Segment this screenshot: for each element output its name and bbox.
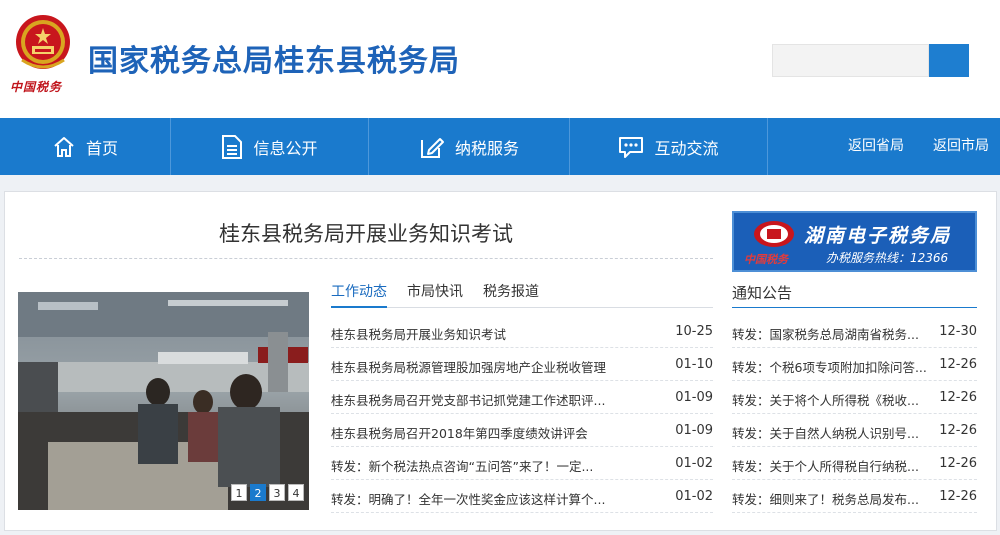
nav-label: 信息公开 <box>253 138 318 158</box>
notice-title[interactable]: 转发：细则来了！税务总局发布... <box>732 489 927 508</box>
list-item[interactable]: 转发：新个税法热点咨询“五问答”来了！一定... 01-02 <box>331 447 713 480</box>
list-item[interactable]: 转发：国家税务总局湖南省税务... 12-30 <box>732 315 977 348</box>
nav-label: 互动交流 <box>654 138 719 158</box>
list-item[interactable]: 转发：个税6项专项附加扣除问答... 12-26 <box>732 348 977 381</box>
notice-date: 12-26 <box>939 390 977 405</box>
divider <box>19 258 713 259</box>
nav-label: 首页 <box>85 138 118 158</box>
search-button[interactable] <box>929 44 969 77</box>
tax-slogan: 中国税务 <box>10 80 63 94</box>
list-item[interactable]: 转发：明确了！全年一次性奖金应该这样计算个... 01-02 <box>331 480 713 513</box>
content-panel: 桂东县税务局开展业务知识考试 1 2 3 4 工作动态 市局快讯 税务报道 桂东… <box>4 191 997 531</box>
news-title[interactable]: 桂东县税务局召开党支部书记抓党建工作述职评... <box>331 390 621 409</box>
pager-page-1[interactable]: 1 <box>231 484 247 501</box>
nav-item-info[interactable]: 信息公开 <box>171 118 368 175</box>
news-photo[interactable] <box>18 292 309 510</box>
nav-item-home[interactable]: 首页 <box>0 118 170 175</box>
nav-item-tax-service[interactable]: 纳税服务 <box>369 118 569 175</box>
news-list: 桂东县税务局开展业务知识考试 10-25 桂东县税务局税源管理股加强房地产企业税… <box>331 315 713 513</box>
notice-title[interactable]: 转发：关于个人所得税自行纳税... <box>732 456 927 475</box>
notices-heading[interactable]: 通知公告 <box>732 282 977 308</box>
list-item[interactable]: 转发：关于将个人所得税《税收... 12-26 <box>732 381 977 414</box>
news-title[interactable]: 桂东县税务局税源管理股加强房地产企业税收管理 <box>331 357 621 376</box>
national-emblem-icon <box>10 12 76 82</box>
search-input[interactable] <box>772 44 929 77</box>
banner-title: 湖南电子税务局 <box>804 225 952 247</box>
notices-list: 转发：国家税务总局湖南省税务... 12-30 转发：个税6项专项附加扣除问答.… <box>732 315 977 513</box>
news-title[interactable]: 桂东县税务局召开2018年第四季度绩效讲评会 <box>331 423 621 442</box>
notice-title[interactable]: 转发：关于自然人纳税人识别号... <box>732 423 927 442</box>
back-to-city-link[interactable]: 返回市局 <box>933 118 989 175</box>
list-item[interactable]: 桂东县税务局召开党支部书记抓党建工作述职评... 01-09 <box>331 381 713 414</box>
main-nav: 首页 信息公开 纳税服务 互动交流 返回省局 返回市局 <box>0 118 1000 175</box>
news-date: 01-09 <box>675 423 713 438</box>
nav-item-interaction[interactable]: 互动交流 <box>570 118 767 175</box>
home-icon <box>54 136 74 157</box>
tab-city-news[interactable]: 市局快讯 <box>407 282 463 308</box>
tax-emblem-icon <box>754 221 794 247</box>
news-title[interactable]: 转发：明确了！全年一次性奖金应该这样计算个... <box>331 489 621 508</box>
notice-title[interactable]: 转发：国家税务总局湖南省税务... <box>732 324 927 343</box>
list-item[interactable]: 转发：关于自然人纳税人识别号... 12-26 <box>732 414 977 447</box>
news-tabs: 工作动态 市局快讯 税务报道 <box>331 282 713 308</box>
notice-title[interactable]: 转发：个税6项专项附加扣除问答... <box>732 357 927 376</box>
list-item[interactable]: 桂东县税务局召开2018年第四季度绩效讲评会 01-09 <box>331 414 713 447</box>
site-title[interactable]: 国家税务总局桂东县税务局 <box>88 36 460 80</box>
banner-slogan: 中国税务 <box>744 253 788 266</box>
e-tax-banner[interactable]: 中国税务 湖南电子税务局 办税服务热线：12366 <box>732 211 977 272</box>
notice-date: 12-30 <box>939 324 977 339</box>
list-item[interactable]: 转发：细则来了！税务总局发布... 12-26 <box>732 480 977 513</box>
notice-title[interactable]: 转发：关于将个人所得税《税收... <box>732 390 927 409</box>
list-item[interactable]: 转发：关于个人所得税自行纳税... 12-26 <box>732 447 977 480</box>
notice-date: 12-26 <box>939 456 977 471</box>
news-date: 01-10 <box>675 357 713 372</box>
list-item[interactable]: 桂东县税务局开展业务知识考试 10-25 <box>331 315 713 348</box>
edit-icon <box>420 137 444 158</box>
tab-work-news[interactable]: 工作动态 <box>331 282 387 308</box>
pager-page-3[interactable]: 3 <box>269 484 285 501</box>
slideshow-pager: 1 2 3 4 <box>231 484 307 501</box>
news-title[interactable]: 桂东县税务局开展业务知识考试 <box>331 324 621 343</box>
nav-divider <box>767 118 768 175</box>
news-date: 01-02 <box>675 489 713 504</box>
news-date: 01-09 <box>675 390 713 405</box>
tab-tax-reports[interactable]: 税务报道 <box>483 282 539 308</box>
list-item[interactable]: 桂东县税务局税源管理股加强房地产企业税收管理 01-10 <box>331 348 713 381</box>
news-title[interactable]: 转发：新个税法热点咨询“五问答”来了！一定... <box>331 456 621 475</box>
nav-label: 纳税服务 <box>454 138 519 158</box>
pager-page-2[interactable]: 2 <box>250 484 266 501</box>
chat-icon <box>619 136 644 158</box>
back-to-province-link[interactable]: 返回省局 <box>848 118 904 175</box>
notice-date: 12-26 <box>939 489 977 504</box>
news-date: 10-25 <box>675 324 713 339</box>
notice-date: 12-26 <box>939 423 977 438</box>
document-icon <box>222 134 243 159</box>
news-date: 01-02 <box>675 456 713 471</box>
banner-hotline: 办税服务热线：12366 <box>826 251 949 265</box>
notice-date: 12-26 <box>939 357 977 372</box>
site-header: 中国税务 国家税务总局桂东县税务局 <box>0 0 1000 118</box>
headline-title[interactable]: 桂东县税务局开展业务知识考试 <box>19 218 713 248</box>
pager-page-4[interactable]: 4 <box>288 484 304 501</box>
